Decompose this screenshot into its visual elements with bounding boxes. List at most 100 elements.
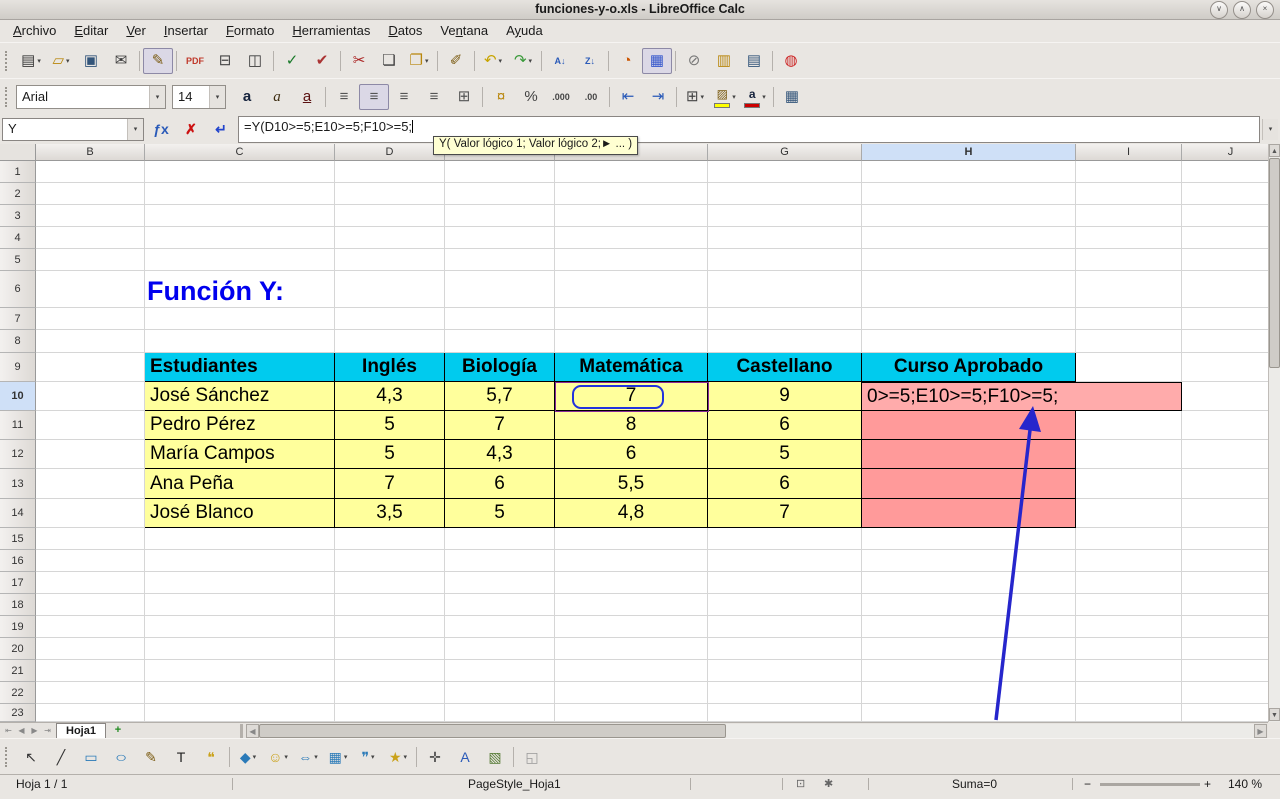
cell-C12[interactable]: María Campos bbox=[145, 440, 335, 469]
line-button[interactable]: ╱ bbox=[46, 744, 76, 770]
open-button[interactable]: ▱ ▾ bbox=[46, 48, 76, 74]
function-wizard-button[interactable]: ƒx bbox=[146, 116, 176, 142]
redo-button[interactable]: ↷ ▾ bbox=[508, 48, 538, 74]
cell-E11[interactable]: 7 bbox=[445, 411, 555, 440]
row-header-12[interactable]: 12 bbox=[0, 440, 36, 469]
background-color-dropdown-icon[interactable]: ▾ bbox=[732, 93, 736, 101]
edit-mode-button[interactable]: ✎ bbox=[143, 47, 173, 74]
row-header-20[interactable]: 20 bbox=[0, 638, 36, 660]
formula-input[interactable]: =Y(D10>=5;E10>=5;F10>=5; bbox=[238, 115, 1260, 143]
row-header-13[interactable]: 13 bbox=[0, 469, 36, 499]
row-header-10[interactable]: 10 bbox=[0, 382, 36, 411]
tab-splitter-handle[interactable] bbox=[240, 724, 243, 738]
currency-format-button[interactable]: ¤ bbox=[486, 84, 516, 110]
save-button[interactable]: ▣ bbox=[76, 48, 106, 74]
accept-button[interactable]: ↵ bbox=[206, 116, 236, 142]
cell-H10[interactable]: 0>=5;E10>=5;F10>=5; bbox=[862, 382, 1182, 411]
email-button[interactable]: ✉ bbox=[106, 48, 136, 74]
basic-shapes-button[interactable]: ◆ ▾ bbox=[233, 744, 263, 770]
redo-dropdown-icon[interactable]: ▾ bbox=[529, 57, 533, 65]
cell-G13[interactable]: 6 bbox=[708, 469, 862, 499]
font-name-combo[interactable]: Arial ▾ bbox=[16, 84, 166, 109]
bold-button[interactable]: a bbox=[232, 84, 262, 110]
horizontal-scrollbar-thumb[interactable] bbox=[259, 724, 726, 738]
selection-mode-icon[interactable]: ⊡ bbox=[796, 775, 805, 793]
merge-cells-button[interactable]: ⊞ bbox=[449, 84, 479, 110]
font-size-dropdown-icon[interactable]: ▾ bbox=[209, 85, 225, 108]
cell-E12[interactable]: 4,3 bbox=[445, 440, 555, 469]
cell-D10[interactable]: 4,3 bbox=[335, 382, 445, 411]
column-header-H[interactable]: H bbox=[862, 144, 1076, 161]
extrusion-button[interactable]: ◱ bbox=[517, 744, 547, 770]
underline-button[interactable]: a bbox=[292, 84, 322, 110]
row-header-3[interactable]: 3 bbox=[0, 205, 36, 227]
font-size-combo[interactable]: 14 ▾ bbox=[172, 84, 226, 109]
menu-archivo[interactable]: Archivo bbox=[4, 21, 65, 40]
menu-ventana[interactable]: Ventana bbox=[431, 21, 497, 40]
column-header-I[interactable]: I bbox=[1076, 144, 1182, 161]
row-header-16[interactable]: 16 bbox=[0, 550, 36, 572]
export-pdf-button[interactable]: PDF bbox=[180, 48, 210, 74]
print-preview-button[interactable]: ◫ bbox=[240, 48, 270, 74]
row-header-9[interactable]: 9 bbox=[0, 353, 36, 382]
cell-H14[interactable] bbox=[862, 499, 1076, 528]
clone-formatting-button[interactable]: ✐ bbox=[441, 48, 471, 74]
insert-chart-button[interactable]: ◔ bbox=[612, 48, 642, 74]
row-header-1[interactable]: 1 bbox=[0, 161, 36, 183]
undo-dropdown-icon[interactable]: ▾ bbox=[499, 57, 503, 65]
spelling-button[interactable]: ✓ bbox=[277, 48, 307, 74]
formula-bar-expand-icon[interactable]: ▾ bbox=[1262, 118, 1278, 140]
undo-button[interactable]: ↶ ▾ bbox=[478, 48, 508, 74]
freeform-line-button[interactable]: ✎ bbox=[136, 744, 166, 770]
row-header-22[interactable]: 22 bbox=[0, 682, 36, 704]
insert-text-box-button[interactable]: T bbox=[166, 744, 196, 770]
select-button[interactable]: ↖ bbox=[16, 744, 46, 770]
first-sheet-button[interactable]: ⇤ bbox=[2, 724, 15, 738]
flowchart-dropdown-icon[interactable]: ▾ bbox=[344, 753, 348, 761]
row-header-19[interactable]: 19 bbox=[0, 616, 36, 638]
cell-F9[interactable]: Matemática bbox=[555, 353, 708, 382]
cell-E13[interactable]: 6 bbox=[445, 469, 555, 499]
row-header-23[interactable]: 23 bbox=[0, 704, 36, 722]
row-header-5[interactable]: 5 bbox=[0, 249, 36, 271]
hyperlink-button[interactable]: ⊘ bbox=[679, 48, 709, 74]
minimize-button[interactable]: ∨ bbox=[1210, 1, 1228, 19]
callout-shapes-dropdown-icon[interactable]: ▾ bbox=[371, 753, 375, 761]
previous-sheet-button[interactable]: ◀ bbox=[15, 724, 28, 738]
paste-button[interactable]: ❐ ▾ bbox=[404, 48, 434, 74]
name-box-dropdown-icon[interactable]: ▾ bbox=[127, 118, 143, 140]
cell-grid-button[interactable]: ▦ bbox=[777, 84, 807, 110]
column-header-G[interactable]: G bbox=[708, 144, 862, 161]
copy-button[interactable]: ❏ bbox=[374, 48, 404, 74]
cell-E9[interactable]: Biología bbox=[445, 353, 555, 382]
row-header-4[interactable]: 4 bbox=[0, 227, 36, 249]
basic-shapes-dropdown-icon[interactable]: ▾ bbox=[253, 753, 257, 761]
cell-G9[interactable]: Castellano bbox=[708, 353, 862, 382]
borders-dropdown-icon[interactable]: ▾ bbox=[701, 93, 705, 101]
cancel-button[interactable]: ✗ bbox=[176, 116, 206, 142]
close-button[interactable]: × bbox=[1256, 1, 1274, 19]
row-header-15[interactable]: 15 bbox=[0, 528, 36, 550]
stars-shapes-button[interactable]: ★ ▾ bbox=[383, 744, 413, 770]
cell-D9[interactable]: Inglés bbox=[335, 353, 445, 382]
percent-format-button[interactable]: % bbox=[516, 84, 546, 110]
block-arrows-dropdown-icon[interactable]: ▾ bbox=[314, 753, 318, 761]
help-button[interactable]: ◍ bbox=[776, 48, 806, 74]
paste-dropdown-icon[interactable]: ▾ bbox=[425, 57, 429, 65]
cell-F11[interactable]: 8 bbox=[555, 411, 708, 440]
auto-spellcheck-button[interactable]: ✔ bbox=[307, 48, 337, 74]
menu-datos[interactable]: Datos bbox=[379, 21, 431, 40]
cell-H9[interactable]: Curso Aprobado bbox=[862, 353, 1076, 382]
cell-G11[interactable]: 6 bbox=[708, 411, 862, 440]
column-header-C[interactable]: C bbox=[145, 144, 335, 161]
cell-D11[interactable]: 5 bbox=[335, 411, 445, 440]
cell-C10[interactable]: José Sánchez bbox=[145, 382, 335, 411]
add-decimal-place-button[interactable]: .000 bbox=[546, 84, 576, 110]
sort-ascending-button[interactable]: A↓ bbox=[545, 48, 575, 74]
stars-shapes-dropdown-icon[interactable]: ▾ bbox=[404, 753, 408, 761]
spreadsheet-grid[interactable]: Función Y: BCDEFGHIJ12345678910111213141… bbox=[0, 144, 1268, 722]
menu-ver[interactable]: Ver bbox=[117, 21, 155, 40]
scroll-right-icon[interactable]: ▶ bbox=[1254, 724, 1267, 738]
new-document-dropdown-icon[interactable]: ▾ bbox=[37, 57, 41, 65]
zoom-in-icon[interactable]: + bbox=[1204, 775, 1211, 793]
